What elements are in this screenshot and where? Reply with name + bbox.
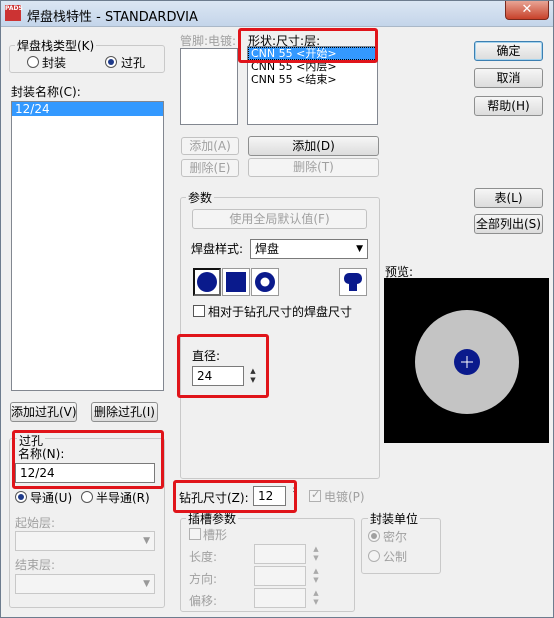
end-layer-label: 结束层: <box>15 558 56 572</box>
custom-pad-button[interactable] <box>339 268 367 296</box>
app-icon: PADS <box>5 5 23 21</box>
radio-package[interactable] <box>27 56 39 68</box>
start-layer-label: 起始层: <box>15 516 56 530</box>
plated-checkbox[interactable] <box>309 488 321 502</box>
end-layer-select[interactable]: ▼ <box>15 574 155 594</box>
window-title: 焊盘栈特性 - STANDARDVIA <box>27 10 198 25</box>
slotted-checkbox[interactable] <box>189 528 201 540</box>
pin-electrical-label: 管脚:电镀: <box>180 34 237 48</box>
add-via-button[interactable]: 添加过孔(V) <box>10 402 77 422</box>
slot-offset-spinner[interactable]: ▲ ▼ <box>310 589 322 607</box>
package-name-label: 封装名称(C): <box>11 85 81 99</box>
shape-list[interactable]: CNN 55 <开始> CNN 55 <内层> CNN 55 <结束> <box>247 46 378 125</box>
square-pad-button[interactable] <box>222 268 250 296</box>
drill-size-input[interactable]: 12 <box>253 486 286 506</box>
title-bar[interactable]: PADS 焊盘栈特性 - STANDARDVIA ✕ <box>1 1 553 27</box>
via-name-input[interactable]: 12/24 <box>15 463 155 483</box>
plated-label[interactable]: 电镀(P) <box>324 488 365 505</box>
custom-pad-icon <box>344 273 362 291</box>
drill-size-label: 钻孔尺寸(Z): <box>179 491 249 505</box>
radio-partial-label[interactable]: 半导通(R) <box>96 489 150 506</box>
start-layer-select[interactable]: ▼ <box>15 531 155 551</box>
cancel-button[interactable]: 取消 <box>474 68 543 88</box>
diameter-label: 直径: <box>192 349 221 363</box>
slot-length-input[interactable] <box>254 544 306 564</box>
chevron-down-icon: ▼ <box>356 244 363 254</box>
help-button[interactable]: 帮助(H) <box>474 96 543 116</box>
slotted-label[interactable]: 槽形 <box>203 526 227 543</box>
radio-mils-label[interactable]: 密尔 <box>383 528 407 545</box>
pad-style-label: 焊盘样式: <box>191 242 244 256</box>
radio-mils[interactable] <box>368 530 380 542</box>
round-pad-button[interactable] <box>193 268 221 296</box>
ok-button[interactable]: 确定 <box>474 41 543 61</box>
relative-drill-checkbox[interactable] <box>193 305 205 317</box>
diameter-input[interactable]: 24 <box>192 366 244 386</box>
list-all-button[interactable]: 全部列出(S) <box>474 214 543 234</box>
chevron-down-icon: ▼ <box>143 536 150 546</box>
radio-metric[interactable] <box>368 550 380 562</box>
round-pad-icon <box>197 272 217 292</box>
radio-via-label[interactable]: 过孔 <box>121 54 145 71</box>
add-shape-button[interactable]: 添加(D) <box>248 136 379 156</box>
square-pad-icon <box>226 272 246 292</box>
add-pin-button[interactable]: 添加(A) <box>181 137 239 155</box>
list-item[interactable]: CNN 55 <结束> <box>248 73 377 86</box>
delete-shape-button[interactable]: 删除(T) <box>248 158 379 177</box>
parameters-title: 参数 <box>186 189 215 206</box>
pad-style-value: 焊盘 <box>255 242 280 256</box>
pad-preview-graphic <box>415 310 519 414</box>
diameter-spinner[interactable]: ▲ ▼ <box>247 367 259 385</box>
pin-electrical-list[interactable] <box>180 48 238 125</box>
via-name-label: 名称(N): <box>18 447 65 461</box>
list-item[interactable]: 12/24 <box>12 102 163 116</box>
radio-through-label[interactable]: 导通(U) <box>30 489 72 506</box>
radio-package-label[interactable]: 封装 <box>42 54 66 71</box>
table-button[interactable]: 表(L) <box>474 188 543 208</box>
pad-stack-type-title: 焊盘栈类型(K) <box>15 37 97 54</box>
radio-via[interactable] <box>105 56 117 68</box>
package-name-list[interactable]: 12/24 <box>11 101 164 391</box>
radio-through[interactable] <box>15 491 27 503</box>
annular-pad-icon <box>255 272 275 292</box>
list-item[interactable]: CNN 55 <内层> <box>248 60 377 73</box>
radio-partial[interactable] <box>81 491 93 503</box>
drill-size-spinner[interactable]: ↕ <box>289 487 301 496</box>
pad-style-select[interactable]: 焊盘 ▼ <box>250 239 368 259</box>
slot-length-label: 长度: <box>189 550 218 564</box>
slot-offset-input[interactable] <box>254 588 306 608</box>
slot-direction-input[interactable] <box>254 566 306 586</box>
slot-offset-label: 偏移: <box>189 594 218 608</box>
chevron-down-icon: ▼ <box>143 579 150 589</box>
slot-parameters-title: 插槽参数 <box>186 510 239 527</box>
radio-metric-label[interactable]: 公制 <box>383 548 407 565</box>
delete-pin-button[interactable]: 删除(E) <box>181 159 239 177</box>
use-global-defaults-button[interactable]: 使用全局默认值(F) <box>192 209 367 229</box>
close-button[interactable]: ✕ <box>505 1 549 20</box>
relative-drill-label[interactable]: 相对于钻孔尺寸的焊盘尺寸 <box>208 303 352 320</box>
slot-direction-label: 方向: <box>189 572 218 586</box>
close-icon: ✕ <box>521 2 533 17</box>
delete-via-button[interactable]: 删除过孔(I) <box>91 402 158 422</box>
slot-direction-spinner[interactable]: ▲ ▼ <box>310 567 322 585</box>
preview-canvas <box>384 278 549 443</box>
annular-pad-button[interactable] <box>251 268 279 296</box>
pad-stack-dialog: PADS 焊盘栈特性 - STANDARDVIA ✕ 焊盘栈类型(K) 封装 过… <box>0 0 554 618</box>
package-units-title: 封装单位 <box>368 510 421 527</box>
list-item[interactable]: CNN 55 <开始> <box>248 47 377 60</box>
app-icon-label: PADS <box>5 5 23 12</box>
slot-length-spinner[interactable]: ▲ ▼ <box>310 545 322 563</box>
